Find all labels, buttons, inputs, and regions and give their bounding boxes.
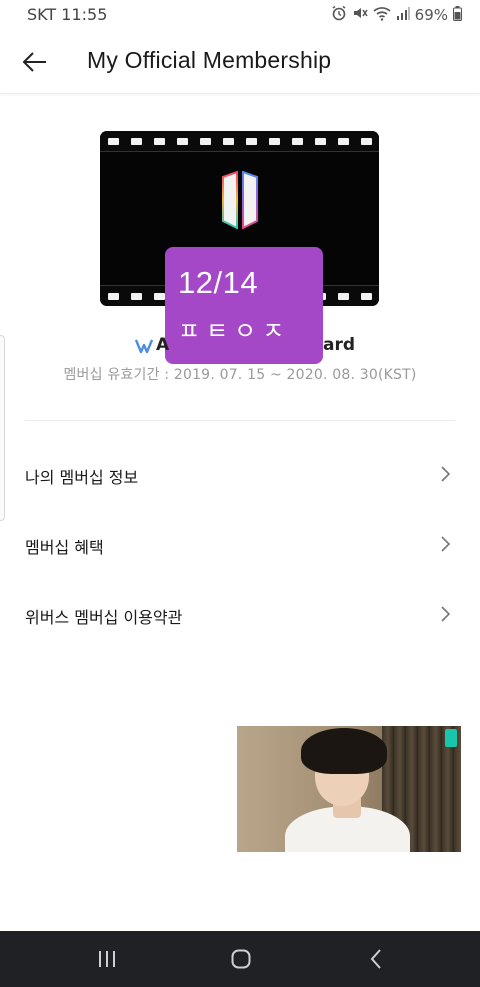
film-line-top — [100, 151, 379, 152]
page-title: My Official Membership — [87, 47, 332, 73]
pip-person-hair — [301, 728, 387, 774]
menu-item-label: 위버스 멤버십 이용약관 — [25, 608, 183, 627]
film-sprocket-hole — [154, 138, 165, 145]
alarm-icon — [331, 5, 347, 25]
weverse-icon — [134, 338, 154, 354]
system-back-button[interactable] — [346, 931, 406, 987]
menu-item-label: 나의 멤버십 정보 — [25, 468, 139, 487]
back-arrow-icon[interactable] — [20, 48, 50, 76]
signal-icon — [396, 6, 410, 24]
battery-icon — [453, 5, 462, 25]
home-button[interactable] — [211, 931, 271, 987]
film-sprocket-hole — [246, 138, 257, 145]
film-sprocket-hole — [315, 138, 326, 145]
menu-item-membership-benefits[interactable]: 멤버십 혜택 — [0, 514, 480, 574]
chevron-right-icon — [440, 536, 451, 552]
film-sprocket-hole — [269, 138, 280, 145]
film-sprocket-hole — [223, 138, 234, 145]
pip-video-player[interactable] — [237, 726, 461, 852]
film-sprocket-hole — [177, 138, 188, 145]
bts-logo-icon — [220, 170, 260, 230]
film-sprocket-hole — [131, 138, 142, 145]
film-strip-top — [100, 131, 379, 151]
battery-percent: 69% — [414, 6, 448, 24]
vlive-badge-icon — [445, 729, 457, 747]
mute-icon — [352, 5, 368, 25]
film-sprocket-hole — [338, 293, 349, 300]
film-sprocket-hole — [361, 138, 372, 145]
card-name-end: ard — [323, 335, 356, 355]
chevron-right-icon — [440, 606, 451, 622]
slide-caption: ㅍㅌㅇㅈ — [178, 317, 291, 345]
slide-overlay-badge: 12/14 ㅍㅌㅇㅈ — [165, 247, 323, 364]
film-sprocket-hole — [131, 293, 142, 300]
film-sprocket-hole — [292, 138, 303, 145]
film-sprocket-hole — [108, 293, 119, 300]
menu-item-label: 멤버십 혜택 — [25, 538, 104, 557]
membership-validity: 멤버십 유효기간 : 2019. 07. 15 ~ 2020. 08. 30(K… — [63, 367, 417, 383]
card-name-start: A — [156, 335, 170, 355]
wifi-icon — [373, 6, 391, 25]
menu-item-membership-terms[interactable]: 위버스 멤버십 이용약관 — [0, 584, 480, 644]
film-sprocket-hole — [338, 138, 349, 145]
section-divider — [25, 420, 455, 421]
card-name-row — [134, 335, 154, 357]
status-time: SKT 11:55 — [27, 5, 108, 24]
film-sprocket-hole — [108, 138, 119, 145]
film-sprocket-hole — [154, 293, 165, 300]
chevron-right-icon — [440, 466, 451, 482]
status-icons: 69% — [331, 5, 462, 25]
film-sprocket-hole — [361, 293, 372, 300]
status-bar: SKT 11:55 69% — [0, 0, 480, 30]
system-nav-bar — [0, 931, 480, 987]
film-sprocket-hole — [200, 138, 211, 145]
menu-item-my-membership-info[interactable]: 나의 멤버십 정보 — [0, 444, 480, 504]
app-header: My Official Membership — [0, 30, 480, 94]
recent-apps-button[interactable] — [77, 931, 137, 987]
slide-counter: 12/14 — [178, 265, 259, 300]
